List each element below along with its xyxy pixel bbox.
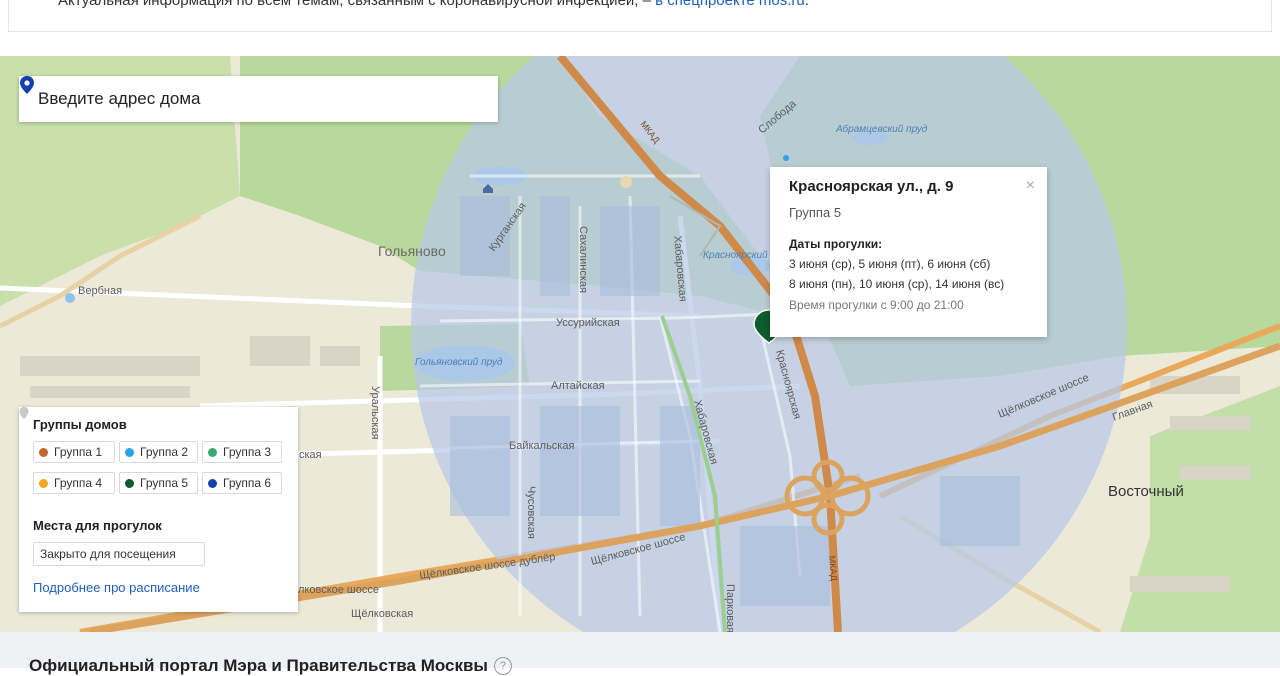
street-label-uralskaya: Уральская [369, 386, 381, 440]
legend-group-5[interactable]: Группа 5 [119, 472, 198, 494]
special-project-link[interactable]: в спецпроекте mos.ru [655, 0, 805, 9]
district-label-vostochny: Восточный [1108, 483, 1184, 500]
help-icon[interactable]: ? [493, 657, 512, 675]
legend-groups-title: Группы домов [33, 417, 127, 432]
legend-places-title: Места для прогулок [33, 518, 162, 533]
metro-label-shchelkovskaya: Щёлковская [351, 608, 413, 620]
notice-message: Актуальная информация по всем темам, свя… [58, 0, 651, 9]
group-1-dot-icon [39, 447, 48, 457]
closed-place-label: Закрыто для посещения [40, 547, 176, 561]
location-pin-icon[interactable] [19, 76, 35, 94]
group-5-label: Группа 5 [140, 476, 189, 490]
street-label-parkovaya: Парковая [724, 584, 736, 632]
popup-dates-line-1: 3 июня (ср), 5 июня (пт), 6 июня (сб) [789, 257, 991, 271]
street-label-ussuriyskaya: Уссурийская [556, 317, 620, 329]
popup-address: Красноярская ул., д. 9 [789, 178, 954, 195]
notice-text: Актуальная информация по всем темам, свя… [58, 0, 809, 9]
group-2-label: Группа 2 [140, 445, 189, 459]
legend-group-3[interactable]: Группа 3 [202, 441, 282, 463]
house-info-popup: Красноярская ул., д. 9 × Группа 5 Даты п… [770, 167, 1047, 337]
popup-group: Группа 5 [789, 205, 842, 220]
street-label-verbnaya: Вербная [78, 285, 122, 297]
group-4-dot-icon [39, 478, 48, 488]
group-2-dot-icon [125, 447, 134, 457]
closed-place-pin-icon [19, 407, 29, 419]
street-label-sakhalinskaya: Сахалинская [577, 226, 589, 293]
street-label-chusovskaya: Чусовская [525, 486, 537, 539]
walk-schedule-map[interactable]: Гольяново Восточный Вербная Курганская С… [0, 56, 1280, 632]
page-footer: Официальный портал Мэра и Правительства … [0, 632, 1280, 675]
legend-closed-place[interactable]: Закрыто для посещения [19, 407, 205, 566]
legend-group-2[interactable]: Группа 2 [119, 441, 198, 463]
group-4-label: Группа 4 [54, 476, 103, 490]
legend-group-4[interactable]: Группа 4 [33, 472, 115, 494]
notice-bar: Актуальная информация по всем темам, свя… [0, 0, 1280, 56]
group-5-dot-icon [125, 478, 134, 488]
legend-group-1[interactable]: Группа 1 [33, 441, 115, 463]
street-label-partial: ская [299, 449, 322, 461]
group-6-label: Группа 6 [223, 476, 272, 490]
popup-dates-line-2: 8 июня (пн), 10 июня (ср), 14 июня (вс) [789, 277, 1005, 291]
group-1-label: Группа 1 [54, 445, 103, 459]
popup-walk-time: Время прогулки с 9:00 до 21:00 [789, 298, 964, 312]
footer-title: Официальный портал Мэра и Правительства … [29, 656, 512, 676]
group-3-dot-icon [208, 447, 217, 457]
road-label-shchelkovskoe-west: лковское шоссе [298, 584, 379, 596]
map-legend: Группы домов Группа 1 Группа 2 Группа 3 … [19, 407, 298, 612]
notice-tail: . [804, 0, 809, 9]
schedule-details-link[interactable]: Подробнее про расписание [33, 580, 284, 595]
footer-title-text: Официальный портал Мэра и Правительства … [29, 656, 488, 675]
group-6-dot-icon [208, 478, 217, 488]
street-label-altayskaya: Алтайская [551, 380, 605, 392]
street-label-baykalskaya: Байкальская [509, 440, 574, 452]
address-search[interactable]: Введите адрес дома [19, 76, 498, 122]
close-icon[interactable]: × [1026, 177, 1035, 195]
address-search-input[interactable]: Введите адрес дома [38, 89, 498, 109]
group-3-label: Группа 3 [223, 445, 272, 459]
district-label-golyanovo: Гольяново [378, 243, 446, 259]
popup-dates-title: Даты прогулки: [789, 237, 883, 251]
legend-groups: Группа 1 Группа 2 Группа 3 Группа 4 Груп… [33, 441, 284, 494]
legend-group-6[interactable]: Группа 6 [202, 472, 282, 494]
pond-label-golyanovsky: Гольяновский пруд [415, 357, 503, 368]
pond-label-abramtsevsky: Абрамцевский пруд [835, 123, 928, 135]
